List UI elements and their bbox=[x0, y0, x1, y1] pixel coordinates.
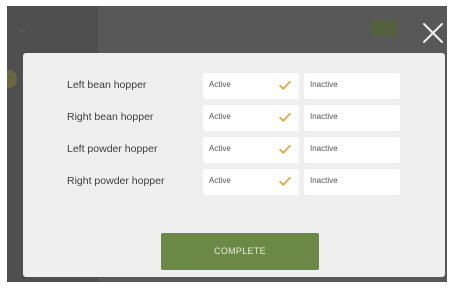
check-icon bbox=[279, 144, 291, 154]
inactive-option[interactable]: Inactive bbox=[304, 137, 400, 163]
inactive-option[interactable]: Inactive bbox=[304, 105, 400, 131]
hopper-row-right-bean: Right bean hopper Active Inactive bbox=[23, 105, 445, 131]
inactive-option-label: Inactive bbox=[310, 80, 338, 89]
hopper-row-label: Left powder hopper bbox=[67, 143, 158, 155]
active-option[interactable]: Active bbox=[203, 169, 299, 195]
active-option[interactable]: Active bbox=[203, 73, 299, 99]
background-button bbox=[372, 20, 397, 36]
hopper-row-label: Left bean hopper bbox=[67, 79, 147, 91]
inactive-option[interactable]: Inactive bbox=[304, 73, 400, 99]
hopper-row-label: Right bean hopper bbox=[67, 111, 154, 123]
active-option-label: Active bbox=[209, 80, 231, 89]
hopper-settings-modal: Left bean hopper Active Inactive Right b… bbox=[23, 53, 445, 277]
close-icon[interactable] bbox=[421, 21, 445, 45]
check-icon bbox=[279, 112, 291, 122]
active-option-label: Active bbox=[209, 144, 231, 153]
active-option[interactable]: Active bbox=[203, 137, 299, 163]
inactive-option[interactable]: Inactive bbox=[304, 169, 400, 195]
hopper-row-right-powder: Right powder hopper Active Inactive bbox=[23, 169, 445, 195]
complete-button[interactable]: COMPLETE bbox=[161, 233, 319, 270]
background-sidebar-label: — bbox=[19, 27, 26, 34]
check-icon bbox=[279, 176, 291, 186]
active-option[interactable]: Active bbox=[203, 105, 299, 131]
check-icon bbox=[279, 80, 291, 90]
hopper-row-left-bean: Left bean hopper Active Inactive bbox=[23, 73, 445, 99]
hopper-row-left-powder: Left powder hopper Active Inactive bbox=[23, 137, 445, 163]
active-option-label: Active bbox=[209, 176, 231, 185]
background-sidebar-indicator bbox=[7, 70, 17, 88]
app-screen: — Left bean hopper Active Inactive Right… bbox=[7, 6, 447, 282]
inactive-option-label: Inactive bbox=[310, 176, 338, 185]
active-option-label: Active bbox=[209, 112, 231, 121]
hopper-row-label: Right powder hopper bbox=[67, 175, 165, 187]
inactive-option-label: Inactive bbox=[310, 144, 338, 153]
inactive-option-label: Inactive bbox=[310, 112, 338, 121]
